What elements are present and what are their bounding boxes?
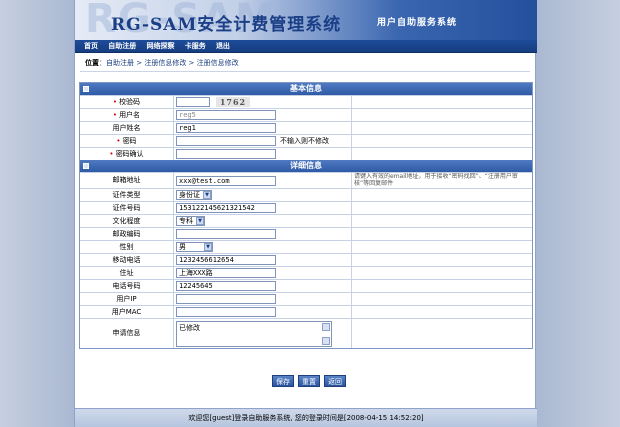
left-background [0,0,74,427]
postcode-label: 邮政编码 [80,228,174,240]
form-row-id-number: 证件号码 153122145621321542 [80,201,532,214]
nav-logout[interactable]: 退出 [216,40,230,53]
section-basic-title: 基本信息 [290,84,322,93]
back-button[interactable]: 返回 [324,375,346,387]
header-banner: RG-SAM RG-SAM安全计费管理系统 用户自助服务系统 [75,0,537,40]
form-row-education: 文化程度 专科 ▼ [80,214,532,227]
breadcrumb: 位置：自助注册 > 注册信息修改 > 注册信息修改 [85,58,239,68]
password-hint: 不输入则不修改 [280,137,329,145]
form-row-apply: 申请信息 已修改 [80,318,532,348]
form-row-password: • 密码 不输入则不修改 [80,134,532,147]
email-note: 请键入有效的email地址，用于接收“密码找回”、“注册用户审核”等回复邮件 [354,173,518,187]
status-footer: 欢迎您[guest]登录自助服务系统, 您的登录时间是[2008-04-15 1… [75,408,537,427]
form-row-postcode: 邮政编码 [80,227,532,240]
id-type-label: 证件类型 [80,189,174,201]
form-row-gender: 性别 男 ▼ [80,240,532,253]
education-select[interactable]: 专科 ▼ [176,216,205,226]
registration-form: 基本信息 • 校验码 1762 • 用户名 reg5 用户姓名 reg1 • 密码 不… [79,82,533,349]
fullname-field[interactable]: reg1 [176,123,276,133]
user-ip-label: 用户IP [80,293,174,305]
section-detail-title: 详细信息 [290,161,322,170]
gender-select[interactable]: 男 ▼ [176,242,213,252]
nav-network-probe[interactable]: 网络探察 [146,40,174,53]
page-container: RG-SAM RG-SAM安全计费管理系统 用户自助服务系统 首页 自助注册 网… [74,0,537,427]
divider [80,71,530,72]
fullname-label: 用户姓名 [80,122,174,134]
captcha-image: 1762 [216,97,250,107]
id-number-field[interactable]: 153122145621321542 [176,203,276,213]
section-detail-header: 详细信息 [80,160,532,172]
gender-value: 男 [179,243,186,251]
gender-label: 性别 [80,241,174,253]
id-type-value: 身份证 [179,191,200,199]
breadcrumb-path: 自助注册 > 注册信息修改 > 注册信息修改 [106,59,239,67]
form-row-phone: 电话号码 12245645 [80,279,532,292]
chevron-down-icon[interactable]: ▼ [196,217,204,225]
nav-home[interactable]: 首页 [84,40,98,53]
required-mark: • [109,150,114,158]
form-row-user-mac: 用户MAC [80,305,532,318]
textarea-scrollbar[interactable] [322,322,330,345]
scroll-down-icon[interactable] [322,336,330,345]
address-label: 住址 [80,267,174,279]
apply-value: 已修改 [179,323,200,332]
password-label: 密码 [122,137,137,145]
right-background [536,0,620,427]
education-label: 文化程度 [80,215,174,227]
captcha-input[interactable] [176,97,210,107]
form-row-confirm: • 密码确认 [80,147,532,160]
apply-label: 申请信息 [80,319,174,348]
address-field[interactable]: 上海XXX路 [176,268,276,278]
form-row-address: 住址 上海XXX路 [80,266,532,279]
breadcrumb-label: 位置 [85,59,99,67]
phone-label: 电话号码 [80,280,174,292]
username-field[interactable]: reg5 [176,110,276,120]
main-nav: 首页 自助注册 网络探察 卡服务 退出 [75,40,537,53]
mobile-field[interactable]: 1232456612654 [176,255,276,265]
postcode-field[interactable] [176,229,276,239]
form-row-username: • 用户名 reg5 [80,108,532,121]
confirm-label: 密码确认 [115,150,144,158]
form-row-fullname: 用户姓名 reg1 [80,121,532,134]
form-row-mobile: 移动电话 1232456612654 [80,253,532,266]
password-field[interactable] [176,136,276,146]
confirm-password-field[interactable] [176,149,276,159]
user-ip-field[interactable] [176,294,276,304]
section-basic-header: 基本信息 [80,83,532,95]
form-row-id-type: 证件类型 身份证 ▼ [80,188,532,201]
scroll-up-icon[interactable] [322,322,330,331]
app-subtitle: 用户自助服务系统 [377,18,458,28]
nav-card-service[interactable]: 卡服务 [185,40,206,53]
username-label: 用户名 [119,111,141,119]
required-mark: • [116,137,121,145]
required-mark: • [112,111,118,119]
form-row-captcha: • 校验码 1762 [80,95,532,108]
id-number-label: 证件号码 [80,202,174,214]
email-field[interactable]: xxx@test.com [176,175,276,186]
breadcrumb-sep: ： [99,59,106,67]
id-type-select[interactable]: 身份证 ▼ [176,190,212,200]
apply-textarea[interactable]: 已修改 [176,320,332,347]
save-button[interactable]: 保存 [272,375,294,387]
captcha-label: 校验码 [119,98,141,106]
user-mac-field[interactable] [176,307,276,317]
chevron-down-icon[interactable]: ▼ [203,191,211,199]
mobile-label: 移动电话 [80,254,174,266]
form-actions: 保存 重置 返回 [272,375,346,387]
phone-field[interactable]: 12245645 [176,281,276,291]
education-value: 专科 [179,217,193,225]
app-title: RG-SAM安全计费管理系统 [111,15,342,35]
section-marker-icon [83,86,89,92]
chevron-down-icon[interactable]: ▼ [204,243,212,251]
form-row-email: 邮箱地址 xxx@test.com 请键入有效的email地址，用于接收“密码找… [80,172,532,188]
nav-self-register[interactable]: 自助注册 [108,40,136,53]
reset-button[interactable]: 重置 [298,375,320,387]
required-mark: • [112,98,118,106]
user-mac-label: 用户MAC [80,306,174,318]
form-row-user-ip: 用户IP [80,292,532,305]
section-marker-icon [83,163,89,169]
email-label: 邮箱地址 [80,173,174,188]
